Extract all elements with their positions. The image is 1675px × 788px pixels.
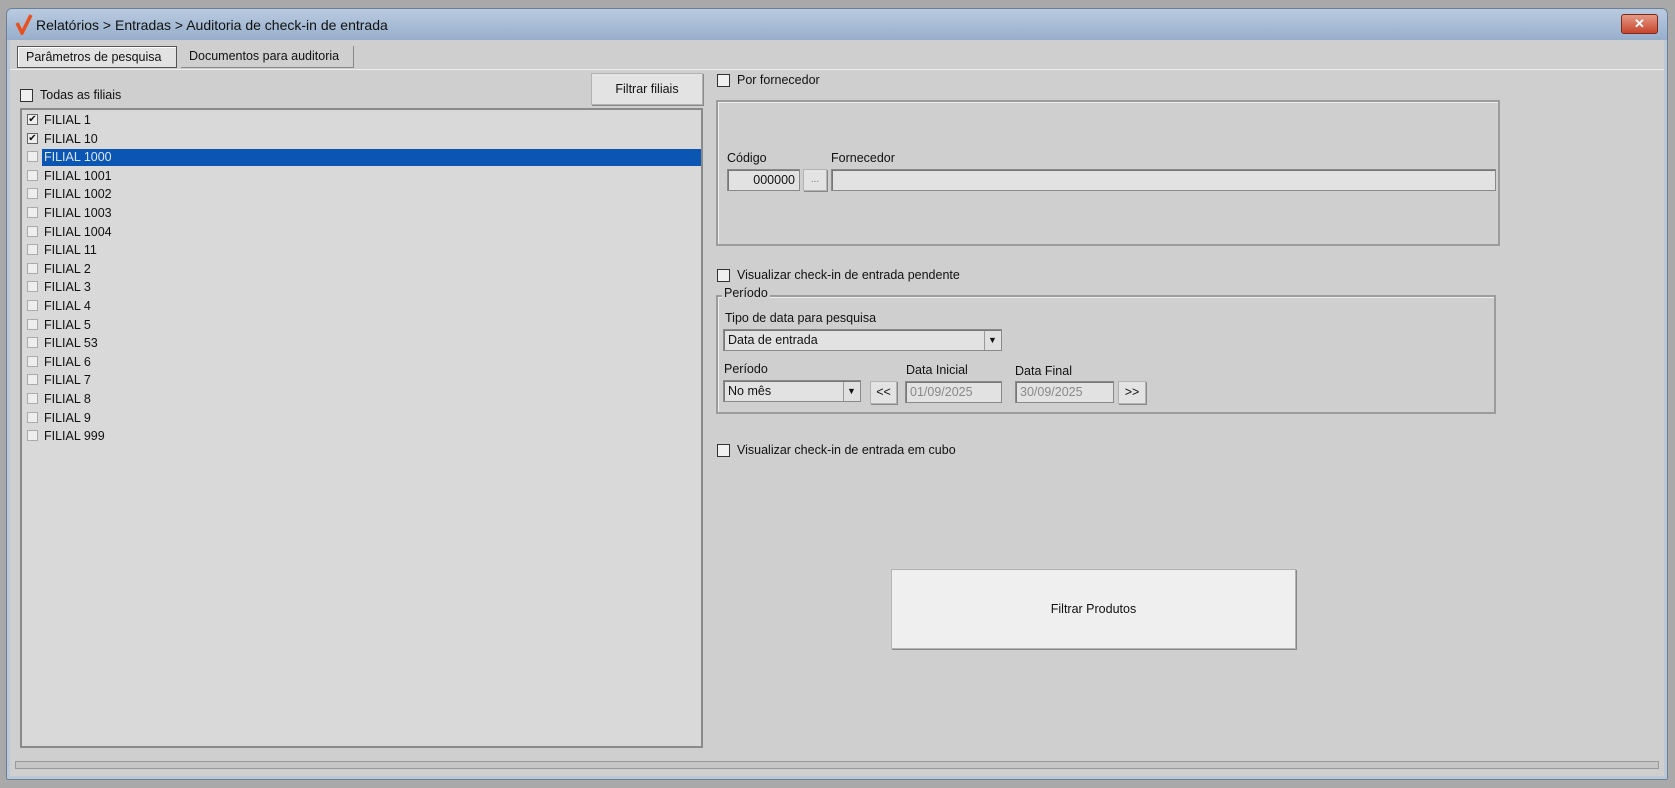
branch-label: FILIAL 4 [44, 299, 91, 313]
branch-label: FILIAL 1 [44, 113, 91, 127]
branch-checkbox[interactable] [27, 355, 38, 367]
code-input[interactable]: 000000 [727, 169, 800, 191]
tab-search-parameters[interactable]: Parâmetros de pesquisa [17, 46, 177, 68]
branch-checkbox[interactable]: ✔ [27, 114, 38, 125]
end-date-input[interactable]: 30/09/2025 [1015, 381, 1114, 403]
branch-label: FILIAL 2 [44, 261, 91, 276]
window-title: Relatórios > Entradas > Auditoria de che… [36, 17, 388, 33]
horizontal-scrollbar[interactable] [15, 761, 1659, 769]
period-select[interactable]: No mês ▼ [723, 380, 861, 402]
all-branches-checkbox[interactable] [20, 89, 33, 102]
cube-checkin-label: Visualizar check-in de entrada em cubo [737, 443, 956, 457]
branch-label: FILIAL 9 [44, 410, 91, 425]
period-label: Período [724, 362, 768, 376]
branch-list-item[interactable]: FILIAL 7 [24, 371, 701, 389]
branch-list-item[interactable]: FILIAL 2 [24, 260, 701, 278]
branch-label: FILIAL 7 [44, 373, 91, 388]
supplier-lookup-button[interactable]: ... [803, 169, 827, 191]
chevron-down-icon: ▼ [984, 331, 1000, 350]
branch-checkbox[interactable]: ✔ [27, 132, 38, 144]
branch-list-item[interactable]: FILIAL 6 [24, 353, 701, 371]
branch-list-item[interactable]: FILIAL 5 [24, 316, 701, 334]
branch-list-item[interactable]: FILIAL 1003 [24, 204, 701, 222]
branch-label: FILIAL 1000 [42, 149, 701, 167]
branch-label: FILIAL 53 [44, 336, 98, 351]
cube-checkin-checkbox[interactable] [717, 444, 730, 457]
start-date-input[interactable]: 01/09/2025 [905, 381, 1002, 403]
period-value: No mês [728, 384, 772, 398]
branch-label: FILIAL 10 [44, 131, 98, 146]
branch-list-item[interactable]: FILIAL 1001 [24, 167, 701, 185]
pending-checkin-label: Visualizar check-in de entrada pendente [737, 268, 960, 282]
branch-label: FILIAL 1003 [44, 206, 112, 220]
branch-label: FILIAL 3 [44, 280, 91, 295]
branch-list-item[interactable]: ✔ FILIAL 1 [24, 111, 701, 129]
branch-list-item[interactable]: FILIAL 4 [24, 297, 701, 315]
branch-list-item[interactable]: FILIAL 999 [24, 427, 701, 445]
tab-audit-documents[interactable]: Documentos para auditoria [181, 46, 354, 68]
branch-list-item[interactable]: FILIAL 9 [24, 409, 701, 427]
branch-list-item[interactable]: FILIAL 3 [24, 278, 701, 296]
branch-checkbox[interactable] [27, 393, 38, 404]
start-date-label: Data Inicial [906, 363, 968, 377]
branch-label: FILIAL 6 [44, 354, 91, 369]
branch-checkbox[interactable] [27, 151, 38, 163]
branch-list-item[interactable]: FILIAL 11 [24, 241, 701, 259]
branch-checkbox[interactable] [27, 411, 38, 423]
branch-checkbox[interactable] [27, 318, 38, 330]
branch-checkbox[interactable] [27, 225, 38, 237]
close-button[interactable]: ✕ [1621, 14, 1658, 34]
branch-checkbox[interactable] [27, 169, 38, 181]
branch-list[interactable]: ✔ FILIAL 1 ✔ FILIAL 10 FILIAL 1000 FILIAL 100… [20, 108, 703, 748]
filter-branches-button[interactable]: Filtrar filiais [591, 73, 703, 105]
branch-checkbox[interactable] [27, 281, 38, 293]
branch-list-item[interactable]: FILIAL 1002 [24, 185, 701, 203]
branch-checkbox[interactable] [27, 430, 38, 442]
chevron-down-icon: ▼ [843, 382, 859, 401]
branch-label: FILIAL 1002 [44, 187, 112, 202]
date-type-label: Tipo de data para pesquisa [725, 311, 877, 325]
by-supplier-checkbox[interactable] [717, 74, 730, 87]
by-supplier-label: Por fornecedor [737, 73, 820, 87]
next-period-button[interactable]: >> [1118, 381, 1146, 404]
branch-label: FILIAL 8 [44, 392, 91, 406]
branch-checkbox[interactable] [27, 374, 38, 386]
supplier-label: Fornecedor [831, 151, 895, 165]
branch-checkbox[interactable] [27, 262, 38, 274]
app-logo-icon [15, 14, 33, 35]
period-group-label: Período [722, 286, 770, 300]
branch-label: FILIAL 11 [44, 243, 97, 258]
end-date-label: Data Final [1015, 364, 1072, 378]
branch-label: FILIAL 1001 [44, 168, 112, 183]
branch-label: FILIAL 5 [44, 317, 91, 332]
branch-checkbox[interactable] [27, 337, 38, 349]
branch-list-item[interactable]: FILIAL 1004 [24, 223, 701, 241]
branch-list-item[interactable]: ✔ FILIAL 10 [24, 130, 701, 148]
pending-checkin-checkbox[interactable] [717, 269, 730, 282]
date-type-value: Data de entrada [728, 333, 818, 347]
filter-products-button[interactable]: Filtrar Produtos [891, 569, 1296, 649]
tab-divider [10, 69, 1664, 70]
supplier-input[interactable] [831, 169, 1496, 191]
branch-checkbox[interactable] [27, 244, 38, 256]
branch-checkbox[interactable] [27, 300, 38, 311]
previous-period-button[interactable]: << [870, 381, 897, 404]
branch-checkbox[interactable] [27, 188, 38, 200]
branch-checkbox[interactable] [27, 207, 38, 218]
date-type-select[interactable]: Data de entrada ▼ [723, 329, 1002, 351]
branch-list-item[interactable]: FILIAL 1000 [24, 148, 701, 167]
branch-label: FILIAL 1004 [44, 224, 112, 239]
branch-label: FILIAL 999 [44, 429, 105, 444]
code-label: Código [727, 151, 767, 165]
branch-list-item[interactable]: FILIAL 53 [24, 334, 701, 352]
all-branches-label: Todas as filiais [40, 88, 122, 102]
branch-list-item[interactable]: FILIAL 8 [24, 390, 701, 408]
